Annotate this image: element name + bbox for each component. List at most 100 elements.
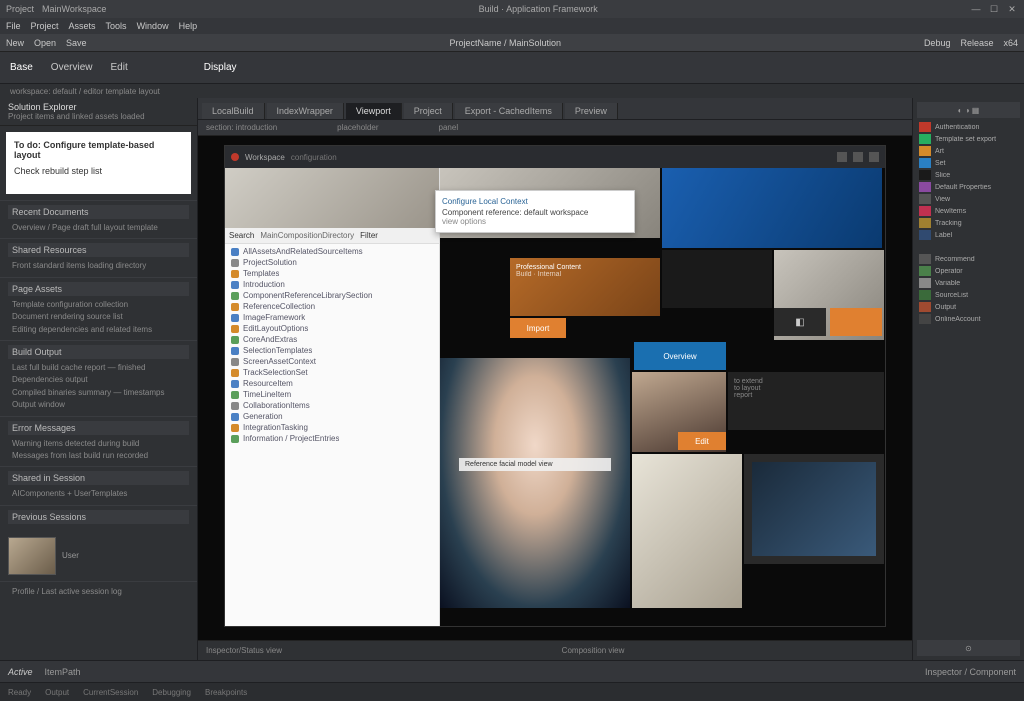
section-row[interactable]: Output window [8,399,189,411]
tile-desktop[interactable] [662,168,882,248]
section-header[interactable]: Shared in Session [8,471,189,485]
canvas[interactable]: Workspace configuration Configure Local … [225,146,885,626]
tool-debug[interactable]: Debug [924,38,951,48]
right-panel-item[interactable]: NewItems [917,205,1020,217]
canvas-tool-icon[interactable] [869,152,879,162]
tile-dark-text[interactable]: to extend to layout report [728,372,884,430]
tool-new[interactable]: New [6,38,24,48]
ribbon-tab-base[interactable]: Base [10,62,33,73]
tree-item[interactable]: ImageFramework [225,312,439,323]
section-row[interactable]: Editing dependencies and related items [8,324,189,336]
tree-item[interactable]: CollaborationItems [225,400,439,411]
edit-button[interactable]: Edit [678,432,726,450]
right-panel-footer-icon[interactable]: ⊙ [917,640,1020,656]
right-panel-item[interactable]: Variable [917,277,1020,289]
right-panel-item[interactable]: Set [917,157,1020,169]
section-row[interactable]: Front standard items loading directory [8,260,189,272]
section-row[interactable]: Warning items detected during build [8,438,189,450]
tile-monitor[interactable] [744,454,884,564]
right-panel-item[interactable]: Default Properties [917,181,1020,193]
tree-item[interactable]: ReferenceCollection [225,301,439,312]
right-panel-item[interactable]: Label [917,229,1020,241]
section-header[interactable]: Previous Sessions [8,510,189,524]
tool-open[interactable]: Open [34,38,56,48]
crumb-1[interactable]: placeholder [337,123,378,132]
editor-tab[interactable]: IndexWrapper [267,103,344,119]
section-row[interactable]: Dependencies output [8,374,189,386]
menu-assets[interactable]: Assets [69,21,96,31]
section-row[interactable]: AIComponents + UserTemplates [8,488,189,500]
ribbon-tab-overview[interactable]: Overview [51,62,93,73]
right-panel-item[interactable]: View [917,193,1020,205]
tree-item[interactable]: ResourceItem [225,378,439,389]
menu-project[interactable]: Project [31,21,59,31]
tree-item[interactable]: TimeLineItem [225,389,439,400]
section-header[interactable]: Error Messages [8,421,189,435]
crumb-2[interactable]: panel [439,123,459,132]
right-panel-item[interactable]: Operator [917,265,1020,277]
editor-tab[interactable]: Preview [565,103,618,119]
right-panel-item[interactable]: SourceList [917,289,1020,301]
tree-item[interactable]: Information / ProjectEntries [225,433,439,444]
tree-item[interactable]: ComponentReferenceLibrarySection [225,290,439,301]
editor-tab[interactable]: Viewport [346,103,402,119]
tile-glass[interactable] [632,454,742,608]
max-button[interactable]: ☐ [988,4,1000,15]
tile-dark-panel[interactable] [662,250,772,308]
tree-item[interactable]: Templates [225,268,439,279]
min-button[interactable]: — [970,4,982,15]
tool-release[interactable]: Release [960,38,993,48]
crumb-0[interactable]: section: introduction [206,123,277,132]
right-panel-item[interactable]: Output [917,301,1020,313]
right-panel-item[interactable]: Slice [917,169,1020,181]
tree-item[interactable]: Generation [225,411,439,422]
menu-tools[interactable]: Tools [106,21,127,31]
section-row[interactable]: Template configuration collection [8,299,189,311]
section-row[interactable]: Overview / Page draft full layout templa… [8,222,189,234]
section-row[interactable]: Document rendering source list [8,311,189,323]
section-header[interactable]: Build Output [8,345,189,359]
tree-item[interactable]: IntegrationTasking [225,422,439,433]
tree-filter[interactable]: Filter [360,231,378,240]
section-header[interactable]: Recent Documents [8,205,189,219]
tile-icon-orange[interactable] [830,308,882,336]
import-button[interactable]: Import [510,318,566,338]
user-thumb[interactable]: User [0,531,197,581]
editor-tab[interactable]: Project [404,103,453,119]
tree-item[interactable]: ScreenAssetContext [225,356,439,367]
tool-arch[interactable]: x64 [1004,38,1019,48]
close-button[interactable]: ✕ [1006,4,1018,15]
tree-item[interactable]: Introduction [225,279,439,290]
right-panel-item[interactable]: OnlineAccount [917,313,1020,325]
right-panel-item[interactable]: Recommend [917,253,1020,265]
menu-window[interactable]: Window [137,21,169,31]
popup-link[interactable]: Configure Local Context [442,197,628,206]
tool-save[interactable]: Save [66,38,87,48]
overview-button[interactable]: Overview [634,342,726,370]
right-panel-item[interactable]: Template set export [917,133,1020,145]
menu-help[interactable]: Help [179,21,198,31]
tile-icon-dark[interactable]: ◧ [774,308,826,336]
tree-item[interactable]: SelectionTemplates [225,345,439,356]
right-panel-item[interactable]: Tracking [917,217,1020,229]
section-row[interactable]: Messages from last build run recorded [8,450,189,462]
bottom-breakpoints[interactable]: Breakpoints [205,688,247,697]
tree-item[interactable]: CoreAndExtras [225,334,439,345]
tree-item[interactable]: EditLayoutOptions [225,323,439,334]
bottom-output[interactable]: Output [45,688,69,697]
bottom-debug[interactable]: Debugging [152,688,191,697]
editor-tab[interactable]: LocalBuild [202,103,265,119]
tree-item[interactable]: TrackSelectionSet [225,367,439,378]
editor-tab[interactable]: Export - CachedItems [455,103,563,119]
tree-search[interactable]: Search [229,231,254,240]
bottom-session[interactable]: CurrentSession [83,688,138,697]
canvas-tool-icon[interactable] [853,152,863,162]
menu-file[interactable]: File [6,21,21,31]
tree-item[interactable]: AllAssetsAndRelatedSourceItems [225,246,439,257]
tile-orange-card[interactable]: Professional Content Build · Internal [510,258,660,316]
section-row[interactable]: Last full build cache report — finished [8,362,189,374]
section-header[interactable]: Shared Resources [8,243,189,257]
tree-item[interactable]: ProjectSolution [225,257,439,268]
canvas-tool-icon[interactable] [837,152,847,162]
right-panel-item[interactable]: Art [917,145,1020,157]
